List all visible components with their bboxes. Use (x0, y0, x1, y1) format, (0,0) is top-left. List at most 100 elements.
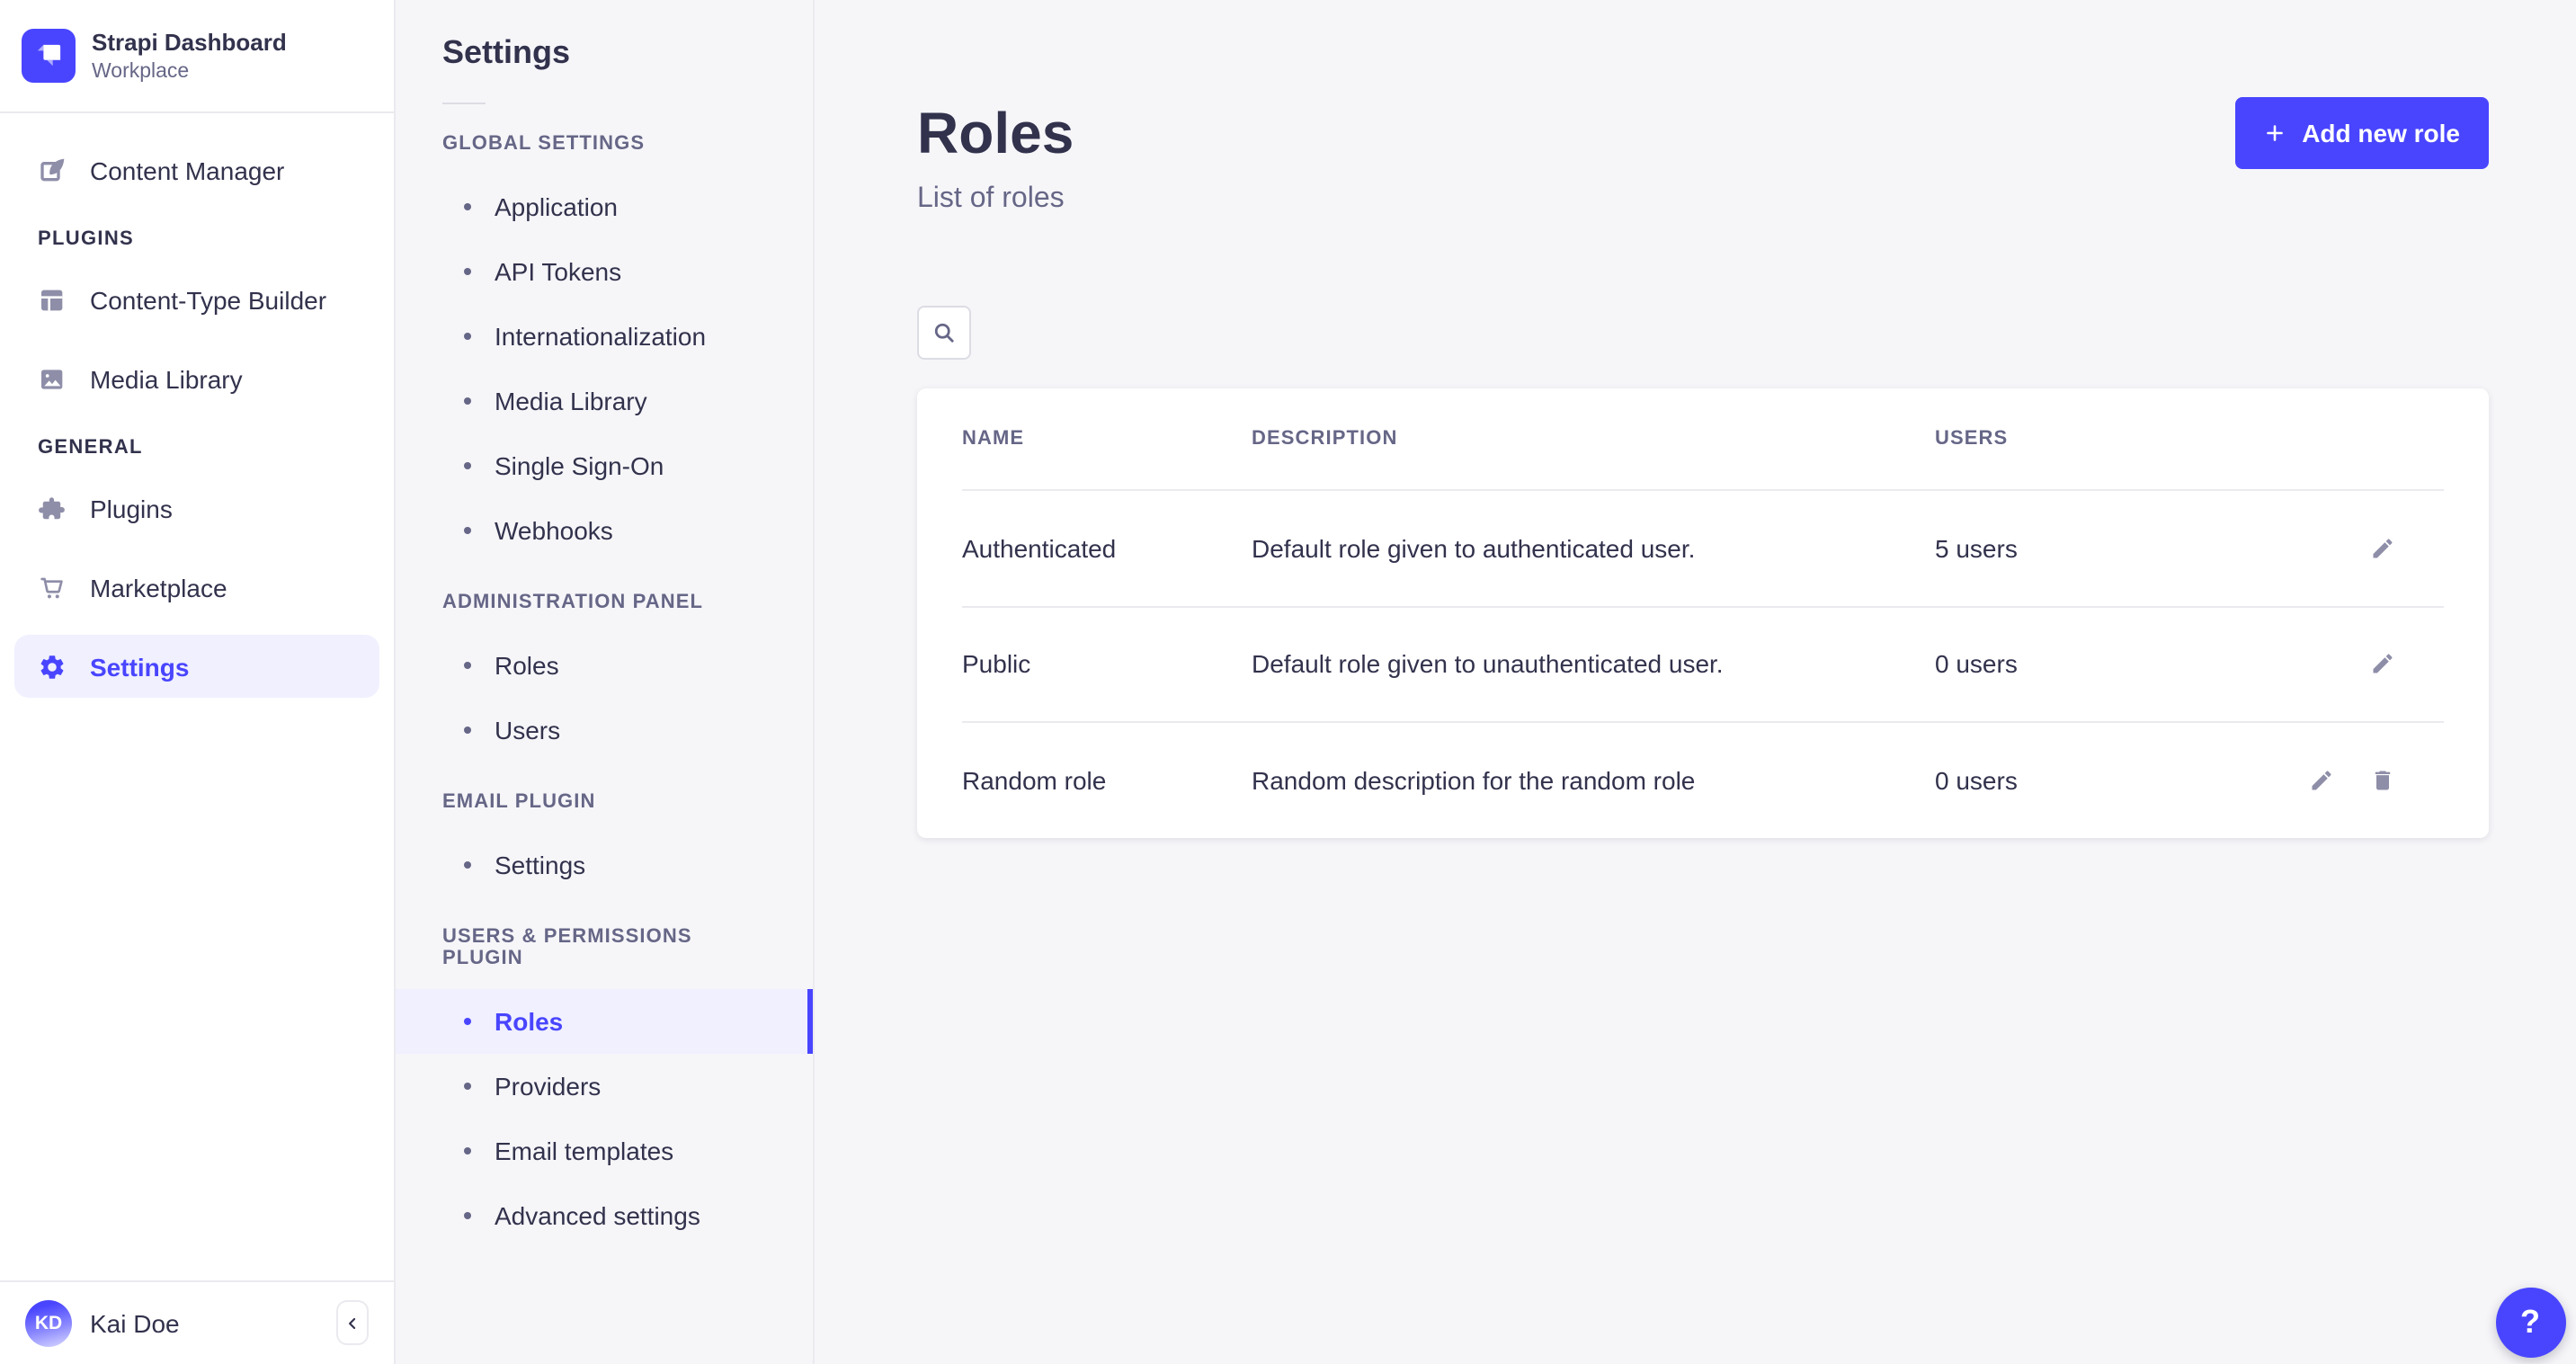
sidebar-item-content-manager[interactable]: Content Manager (14, 138, 379, 201)
bullet-dot (464, 1018, 471, 1025)
role-name-cell: Public (962, 650, 1252, 679)
page-header-text: Roles List of roles (917, 97, 1074, 216)
sidebar-item-content-type-builder[interactable]: Content-Type Builder (14, 268, 379, 331)
sidebar-item-label: Media Library (90, 364, 243, 393)
sidebar-item-label: Content-Type Builder (90, 285, 326, 314)
puzzle-icon (38, 494, 67, 522)
main-content: Roles List of roles Add new role NAME (814, 0, 2576, 1364)
table-row-random-role[interactable]: Random role Random description for the r… (962, 721, 2444, 837)
column-header-description: DESCRIPTION (1252, 428, 1935, 450)
subnav-item-application[interactable]: Application (396, 174, 812, 239)
bullet-dot (464, 1212, 471, 1219)
bullet-dot (464, 527, 471, 534)
table-row-public[interactable]: Public Default role given to unauthentic… (962, 605, 2444, 721)
sidebar-item-marketplace[interactable]: Marketplace (14, 556, 379, 619)
subnav-item-media-library[interactable]: Media Library (396, 369, 812, 433)
bullet-dot (464, 333, 471, 340)
subnav-item-label: Email templates (495, 1137, 673, 1165)
subnav-item-label: Single Sign-On (495, 451, 664, 480)
role-name-cell: Random role (962, 766, 1252, 795)
edit-role-button[interactable] (2309, 768, 2334, 793)
help-button[interactable]: ? (2495, 1287, 2565, 1357)
subnav-item-advanced-settings[interactable]: Advanced settings (396, 1183, 812, 1248)
subnav-section-label: USERS & PERMISSIONS PLUGIN (396, 926, 812, 969)
strapi-logo-icon (22, 29, 76, 83)
bullet-dot (464, 268, 471, 275)
subnav-item-admin-users[interactable]: Users (396, 698, 812, 762)
row-actions (2278, 536, 2444, 561)
subnav-item-label: Webhooks (495, 516, 613, 545)
add-new-role-label: Add new role (2302, 119, 2460, 147)
main-sidebar: Strapi Dashboard Workplace Content Manag… (0, 0, 396, 1364)
question-mark-icon: ? (2520, 1303, 2540, 1341)
subnav-item-single-sign-on[interactable]: Single Sign-On (396, 433, 812, 498)
plus-icon (2264, 122, 2286, 144)
row-actions (2278, 652, 2444, 677)
sidebar-item-label: Content Manager (90, 156, 284, 184)
subnav-item-label: Internationalization (495, 322, 706, 351)
bullet-dot (464, 662, 471, 669)
sidebar-item-label: Marketplace (90, 573, 227, 602)
subnav-item-label: Providers (495, 1072, 601, 1101)
app-title: Strapi Dashboard (92, 29, 287, 58)
subnav-item-providers[interactable]: Providers (396, 1054, 812, 1119)
add-new-role-button[interactable]: Add new role (2235, 97, 2489, 169)
avatar[interactable]: KD (25, 1299, 72, 1346)
subnav-item-label: Advanced settings (495, 1201, 700, 1230)
edit-role-button[interactable] (2370, 536, 2395, 561)
subnav-section-label: EMAIL PLUGIN (396, 791, 812, 813)
nav-section-plugins: PLUGINS (0, 228, 394, 250)
pencil-icon (2370, 652, 2395, 677)
nav-section-general: GENERAL (0, 437, 394, 459)
subnav-section-label: GLOBAL SETTINGS (396, 133, 812, 155)
edit-role-button[interactable] (2370, 652, 2395, 677)
main-nav-list: Content Manager PLUGINS Content-Type Bui… (0, 113, 394, 1279)
subnav-item-up-roles[interactable]: Roles (396, 989, 812, 1054)
brand: Strapi Dashboard Workplace (0, 0, 394, 113)
role-description-cell: Default role given to unauthenticated us… (1252, 650, 1935, 679)
subnav-item-email-templates[interactable]: Email templates (396, 1119, 812, 1183)
role-description-cell: Random description for the random role (1252, 766, 1935, 795)
divider (442, 103, 486, 104)
pencil-icon (2309, 768, 2334, 793)
bullet-dot (464, 462, 471, 469)
layout-icon (38, 285, 67, 314)
bullet-dot (464, 1083, 471, 1090)
subnav-item-label: Roles (495, 1007, 563, 1036)
subnav-item-admin-roles[interactable]: Roles (396, 633, 812, 698)
bullet-dot (464, 1147, 471, 1154)
bullet-dot (464, 203, 471, 210)
pencil-icon (2370, 536, 2395, 561)
trash-icon (2370, 768, 2395, 793)
subnav-item-internationalization[interactable]: Internationalization (396, 304, 812, 369)
subnav-item-webhooks[interactable]: Webhooks (396, 498, 812, 563)
toolbar (917, 306, 2489, 360)
sidebar-footer: KD Kai Doe (0, 1279, 394, 1364)
collapse-sidebar-button[interactable] (336, 1300, 369, 1345)
subnav-item-label: Roles (495, 651, 559, 680)
role-name-cell: Authenticated (962, 534, 1252, 563)
subnav-section-global-settings: GLOBAL SETTINGS Application API Tokens I… (396, 133, 812, 563)
subnav-item-api-tokens[interactable]: API Tokens (396, 239, 812, 304)
bullet-dot (464, 727, 471, 734)
table-header-row: NAME DESCRIPTION USERS (962, 388, 2444, 489)
role-users-cell: 5 users (1935, 534, 2278, 563)
table-row-authenticated[interactable]: Authenticated Default role given to auth… (962, 489, 2444, 605)
subnav-item-label: Settings (495, 851, 585, 879)
delete-role-button[interactable] (2370, 768, 2395, 793)
subnav-section-users-permissions-plugin: USERS & PERMISSIONS PLUGIN Roles Provide… (396, 926, 812, 1248)
subnav-item-label: API Tokens (495, 257, 621, 286)
brand-text: Strapi Dashboard Workplace (92, 29, 287, 84)
sidebar-item-media-library[interactable]: Media Library (14, 347, 379, 410)
sidebar-item-settings[interactable]: Settings (14, 635, 379, 698)
sidebar-item-plugins[interactable]: Plugins (14, 477, 379, 539)
subnav-item-label: Users (495, 716, 560, 744)
settings-subnav: Settings GLOBAL SETTINGS Application API… (396, 0, 814, 1364)
subnav-section-label: ADMINISTRATION PANEL (396, 592, 812, 613)
page-title: Roles (917, 97, 1074, 169)
search-button[interactable] (917, 306, 971, 360)
workspace-name: Workplace (92, 61, 287, 83)
subnav-item-email-settings[interactable]: Settings (396, 833, 812, 897)
role-users-cell: 0 users (1935, 650, 2278, 679)
page-subtitle: List of roles (917, 183, 1074, 216)
